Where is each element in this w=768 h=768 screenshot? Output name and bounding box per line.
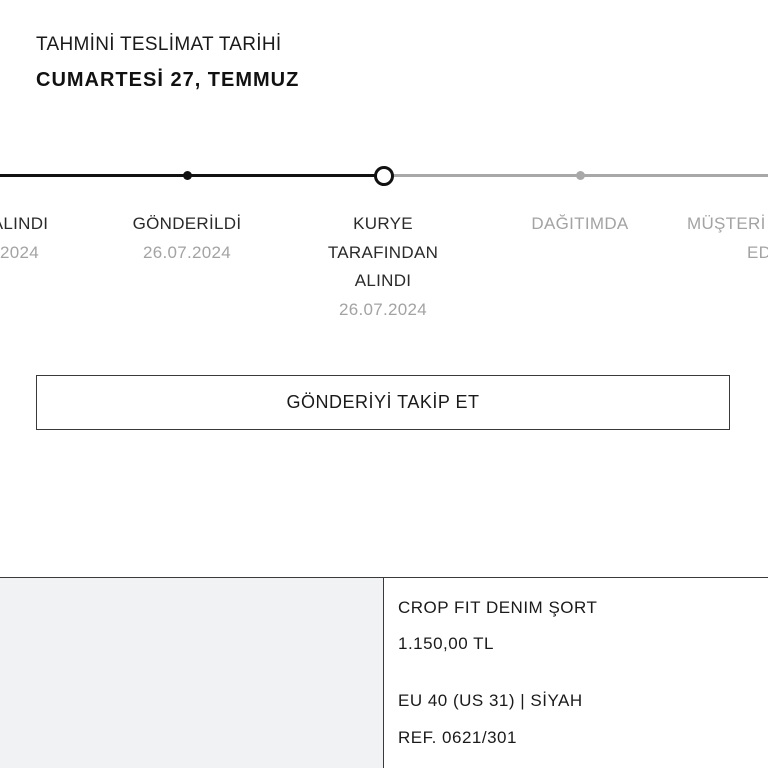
track-shipment-button[interactable]: GÖNDERİYİ TAKİP ET [36,375,730,430]
step-label-line-1: MÜŞTERİ [687,214,766,233]
product-image-placeholder[interactable] [0,578,384,768]
step-label: GÖNDERİLDİ [132,214,242,233]
step-picked-up-by-courier: KURYE TARAFINDAN ALINDI 26.07.2024 [308,210,458,324]
step-label: ALINDI [0,214,49,233]
step-received: ALINDI 2024 [0,210,95,267]
product-ref: REF. 0621/301 [398,728,517,747]
step-dot-out-for-delivery [576,171,585,180]
order-tracking-page: TAHMİNİ TESLİMAT TARİHİ CUMARTESİ 27, TE… [0,0,768,768]
step-label-line-3: ALINDI [354,271,412,290]
order-item-card[interactable]: CROP FIT DENIM ŞORT 1.150,00 TL EU 40 (U… [0,577,768,768]
product-name: CROP FIT DENIM ŞORT [398,598,598,617]
product-size-color: EU 40 (US 31) | SİYAH [398,691,583,710]
step-shipped: GÖNDERİLDİ 26.07.2024 [112,210,262,267]
step-date: 26.07.2024 [142,242,232,262]
step-dot-current [374,166,394,186]
product-price: 1.150,00 TL [398,634,494,653]
step-dot-shipped [183,171,192,180]
step-label-line-1: KURYE [353,214,413,233]
step-label-line-2: TARAFINDAN [327,242,439,262]
step-date: 2024 [0,242,40,262]
step-label-line-2: ED [747,242,768,262]
shipment-progress-tracker: ALINDI 2024 GÖNDERİLDİ 26.07.2024 KURYE … [0,0,768,340]
step-out-for-delivery: DAĞITIMDA [505,210,655,239]
step-delivered: MÜŞTERİ ED [687,210,768,267]
step-label: DAĞITIMDA [531,214,629,233]
step-date: 26.07.2024 [338,299,428,319]
